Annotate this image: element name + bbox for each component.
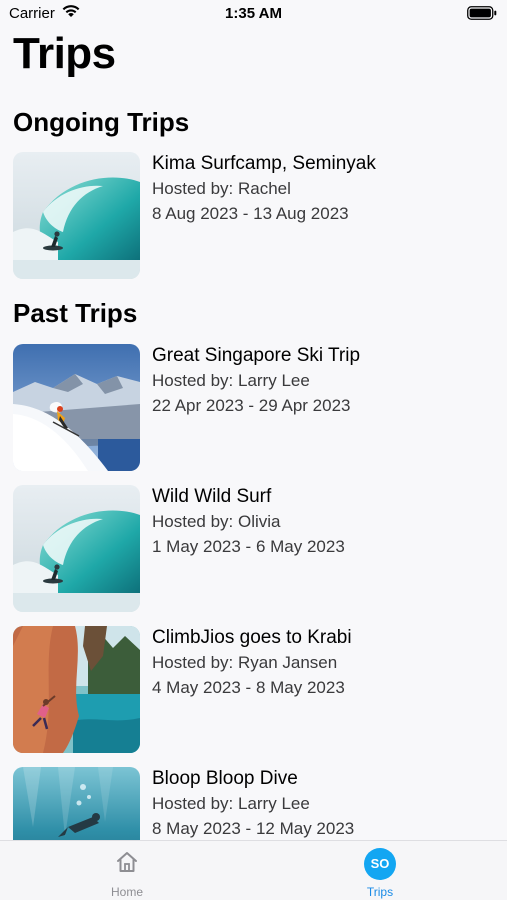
trip-name: Kima Surfcamp, Seminyak (152, 153, 376, 174)
trip-info: Great Singapore Ski Trip Hosted by: Larr… (152, 344, 360, 418)
trip-host: Hosted by: Olivia (152, 512, 281, 531)
trip-name: Great Singapore Ski Trip (152, 345, 361, 366)
tab-trips[interactable]: SO Trips (320, 841, 440, 900)
section-title-past: Past Trips (13, 298, 138, 328)
trip-dates: 8 May 2023 - 12 May 2023 (152, 819, 355, 838)
surf-wave-image (13, 152, 140, 279)
trip-info: Bloop Bloop Dive Hosted by: Larry Lee 8 … (152, 767, 354, 840)
trip-card[interactable]: Bloop Bloop Dive Hosted by: Larry Lee 8 … (13, 767, 493, 840)
trip-dates: 1 May 2023 - 6 May 2023 (152, 537, 345, 556)
trip-info: Wild Wild Surf Hosted by: Olivia 1 May 2… (152, 485, 345, 559)
trip-dates: 4 May 2023 - 8 May 2023 (152, 678, 345, 697)
page-title: Trips (13, 29, 116, 78)
trip-info: Kima Surfcamp, Seminyak Hosted by: Rache… (152, 152, 376, 226)
trip-host: Hosted by: Rachel (152, 179, 291, 198)
trip-host: Hosted by: Ryan Jansen (152, 653, 338, 672)
trip-name: Bloop Bloop Dive (152, 768, 298, 789)
trip-name: ClimbJios goes to Krabi (152, 627, 352, 648)
tab-trips-label: Trips (366, 885, 394, 899)
trip-host: Hosted by: Larry Lee (152, 371, 310, 390)
climbing-image (13, 626, 140, 753)
trip-thumbnail (13, 626, 140, 753)
tab-home-label: Home (110, 885, 143, 899)
trip-thumbnail (13, 344, 140, 471)
trip-dates: 8 Aug 2023 - 13 Aug 2023 (152, 204, 349, 223)
trip-thumbnail (13, 767, 140, 840)
trip-thumbnail (13, 485, 140, 612)
trip-card[interactable]: Kima Surfcamp, Seminyak Hosted by: Rache… (13, 152, 493, 280)
trip-thumbnail (13, 152, 140, 279)
surf-wave-image (13, 485, 140, 612)
dive-image (13, 767, 140, 840)
section-title-ongoing: Ongoing Trips (13, 107, 190, 137)
trips-scroll-area[interactable]: Trips Ongoing Trips Kima Surfcamp, Semin… (0, 0, 507, 840)
tab-bar: Home SO Trips (0, 840, 507, 900)
trip-host: Hosted by: Larry Lee (152, 794, 310, 813)
trip-card[interactable]: Wild Wild Surf Hosted by: Olivia 1 May 2… (13, 485, 493, 613)
profile-badge: SO (364, 848, 396, 880)
trip-info: ClimbJios goes to Krabi Hosted by: Ryan … (152, 626, 352, 700)
trip-card[interactable]: Great Singapore Ski Trip Hosted by: Larr… (13, 344, 493, 472)
house-icon (115, 850, 139, 879)
trip-name: Wild Wild Surf (152, 486, 272, 507)
trip-card[interactable]: ClimbJios goes to Krabi Hosted by: Ryan … (13, 626, 493, 754)
trip-dates: 22 Apr 2023 - 29 Apr 2023 (152, 396, 351, 415)
ski-image (13, 344, 140, 471)
tab-home[interactable]: Home (67, 841, 187, 900)
